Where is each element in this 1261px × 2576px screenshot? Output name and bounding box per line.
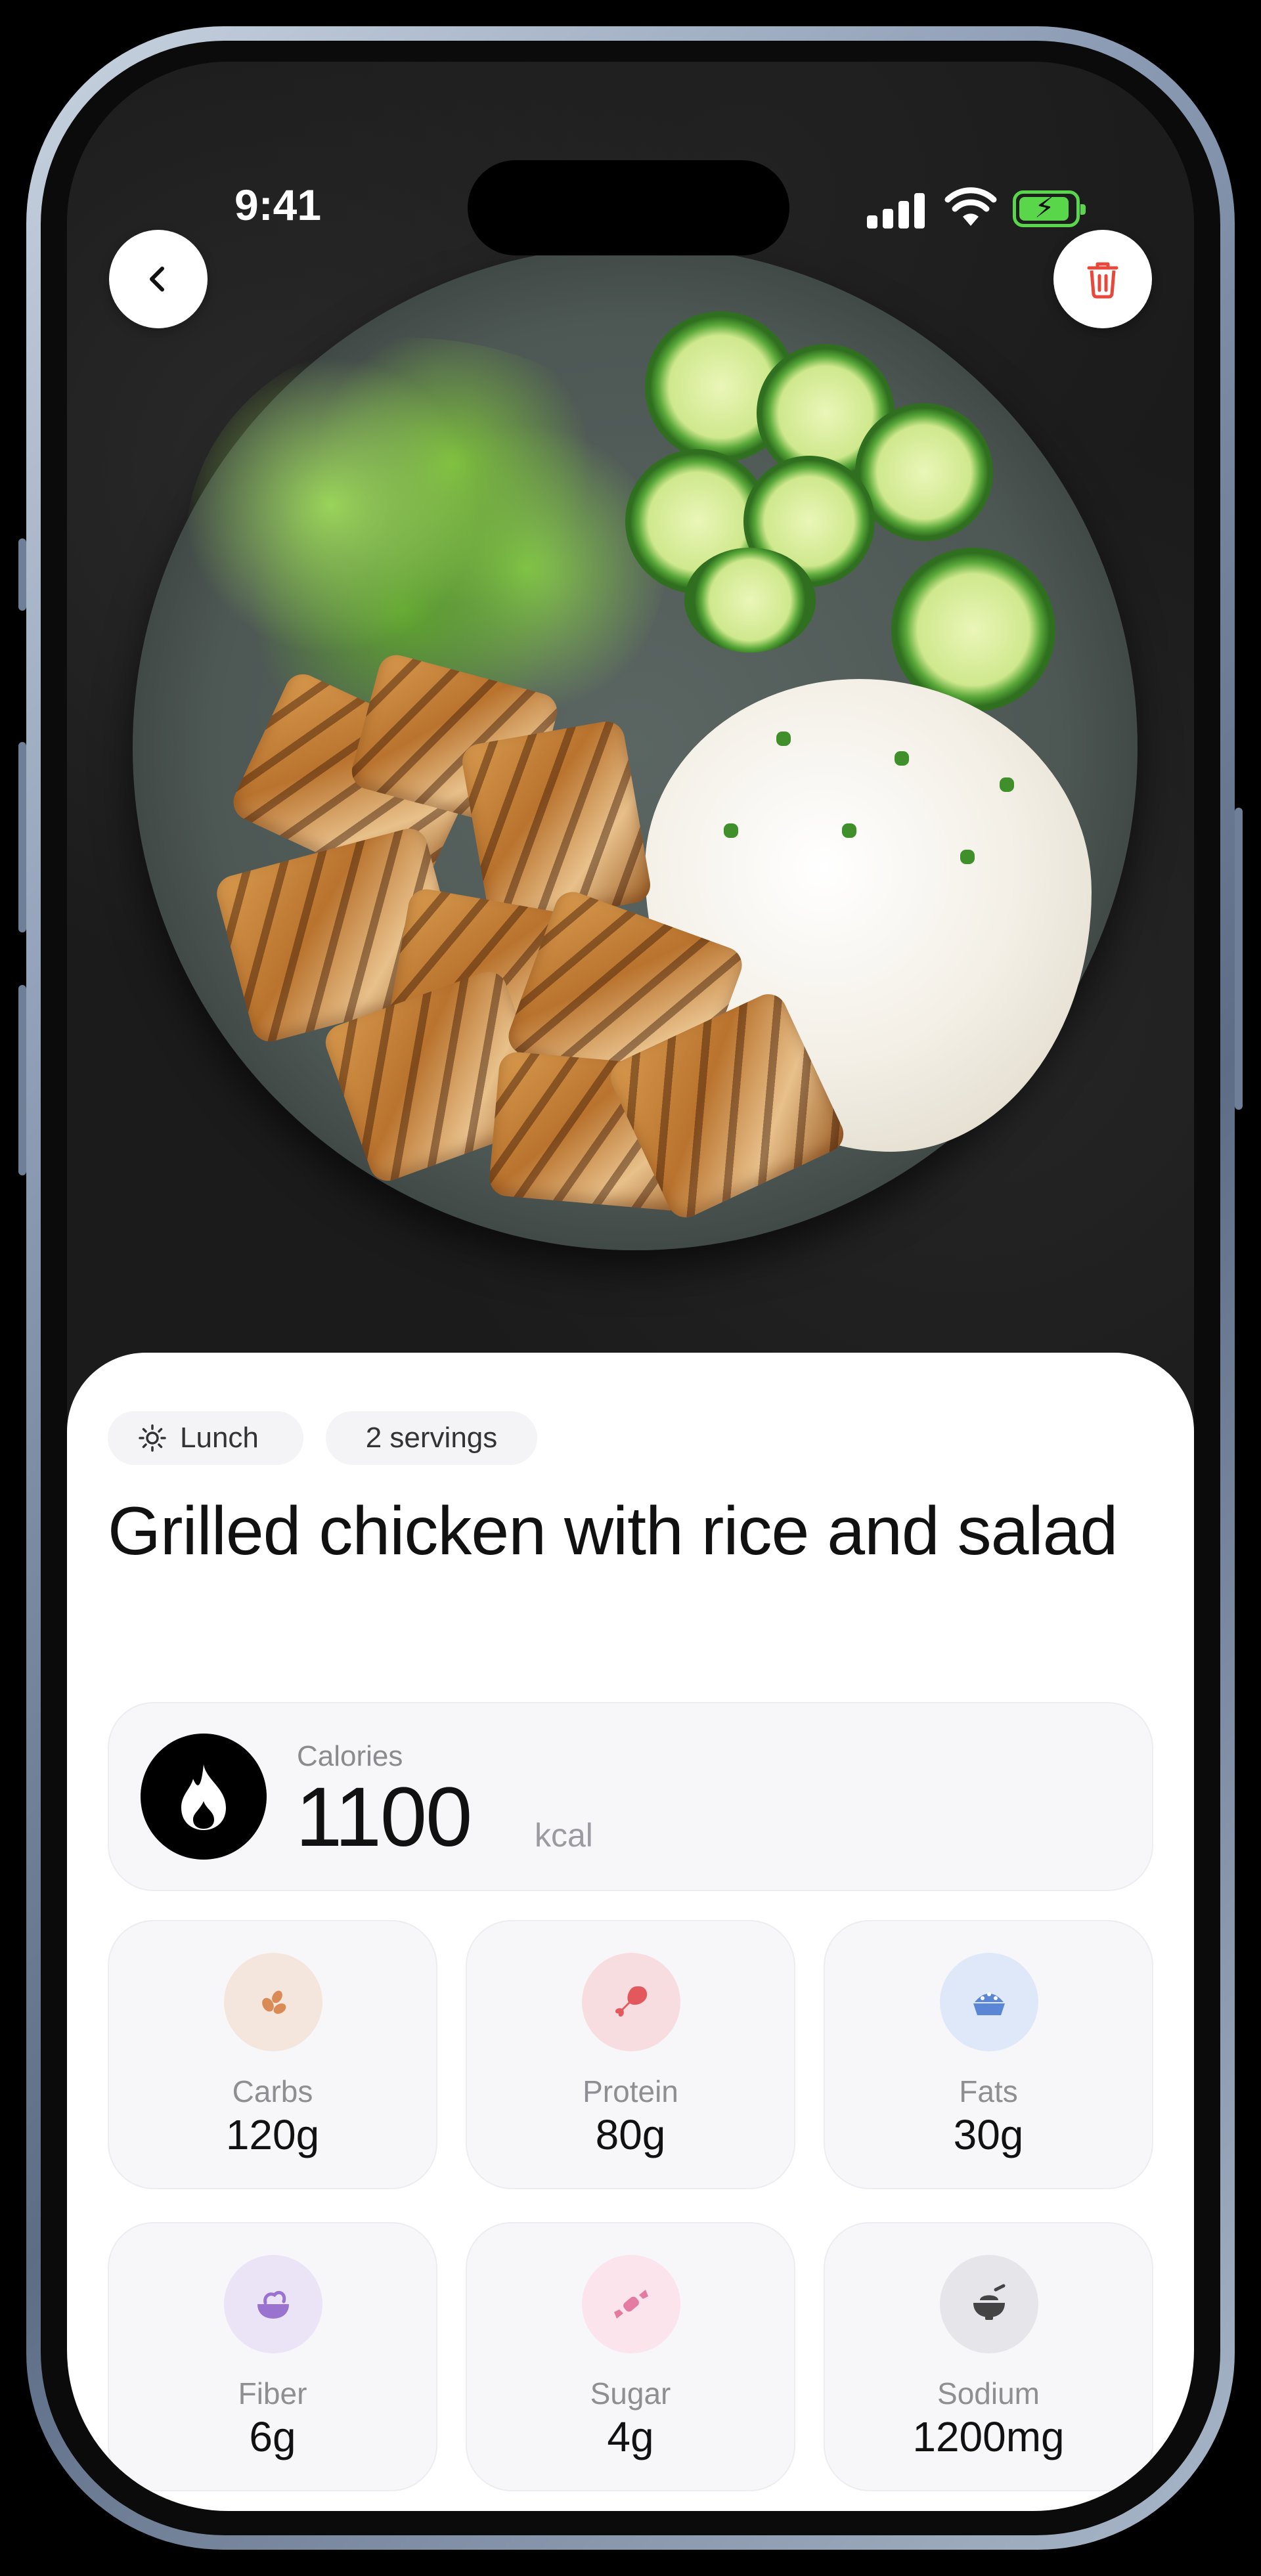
chevron-left-icon <box>150 267 164 292</box>
nutrient-label: Fiber <box>238 2376 307 2411</box>
servings-chip[interactable]: 2 servings <box>326 1411 537 1465</box>
nutrient-value: 30g <box>953 2111 1024 2158</box>
meal-photo <box>67 62 1194 1414</box>
grain-icon <box>224 1953 322 2051</box>
parsley <box>776 731 791 746</box>
volume-down-button <box>18 985 26 1175</box>
nutrient-value: 80g <box>595 2111 666 2158</box>
nutrient-label: Fats <box>959 2074 1018 2108</box>
nutrient-card-protein: Protein 80g <box>466 1920 795 2189</box>
nutrient-card-carbs: Carbs 120g <box>108 1920 437 2189</box>
meal-title: Grilled chicken with rice and salad <box>108 1493 1118 1569</box>
trash-icon <box>1087 262 1118 299</box>
parsley <box>842 823 856 838</box>
calories-unit: kcal <box>535 1817 593 1854</box>
nutrient-label: Sugar <box>590 2376 671 2411</box>
cucumber-slice <box>855 403 993 541</box>
dynamic-island <box>468 160 789 255</box>
delete-button[interactable] <box>1053 230 1152 328</box>
parsley <box>1000 777 1014 792</box>
flame-icon <box>141 1734 267 1860</box>
salt-bowl-icon <box>940 2255 1038 2353</box>
wifi-icon <box>944 187 997 226</box>
calories-value: 1100 <box>296 1770 472 1864</box>
drumstick-icon <box>582 1953 680 2051</box>
nutrient-label: Sodium <box>937 2376 1040 2411</box>
nutrient-card-fiber: Fiber 6g <box>108 2222 437 2491</box>
candy-icon <box>582 2255 680 2353</box>
parsley <box>960 850 975 864</box>
chicken-piece <box>459 718 653 928</box>
pie-icon <box>940 1953 1038 2051</box>
power-button <box>1235 808 1243 1110</box>
calories-label: Calories <box>297 1740 403 1772</box>
nutrient-card-sodium: Sodium 1200mg <box>824 2222 1153 2491</box>
action-button <box>18 538 26 611</box>
servings-label: 2 servings <box>365 1422 498 1454</box>
nutrient-card-sugar: Sugar 4g <box>466 2222 795 2491</box>
back-button[interactable] <box>109 230 208 328</box>
nutrient-value: 1200mg <box>912 2413 1065 2460</box>
nutrient-value: 120g <box>225 2111 320 2158</box>
nutrient-value: 4g <box>607 2413 654 2460</box>
nutrient-label: Protein <box>583 2074 678 2108</box>
cellular-signal-icon <box>867 192 926 229</box>
meal-type-chip[interactable]: Lunch <box>108 1411 303 1465</box>
sun-icon <box>139 1424 166 1452</box>
volume-up-button <box>18 742 26 932</box>
calories-card: Calories 1100 kcal <box>108 1702 1153 1891</box>
salad-bowl-icon <box>224 2255 322 2353</box>
parsley <box>724 823 738 838</box>
screen: 9:41 ⚡ Lunch 2 servings Grilled chicken … <box>67 62 1194 2511</box>
meal-type-label: Lunch <box>180 1422 259 1454</box>
battery-icon: ⚡ <box>1013 190 1086 227</box>
parsley <box>895 751 909 766</box>
nutrient-value: 6g <box>249 2413 296 2460</box>
nutrient-label: Carbs <box>232 2074 313 2108</box>
cucumber-slice <box>684 548 816 653</box>
nutrient-card-fats: Fats 30g <box>824 1920 1153 2189</box>
status-time: 9:41 <box>234 181 322 229</box>
